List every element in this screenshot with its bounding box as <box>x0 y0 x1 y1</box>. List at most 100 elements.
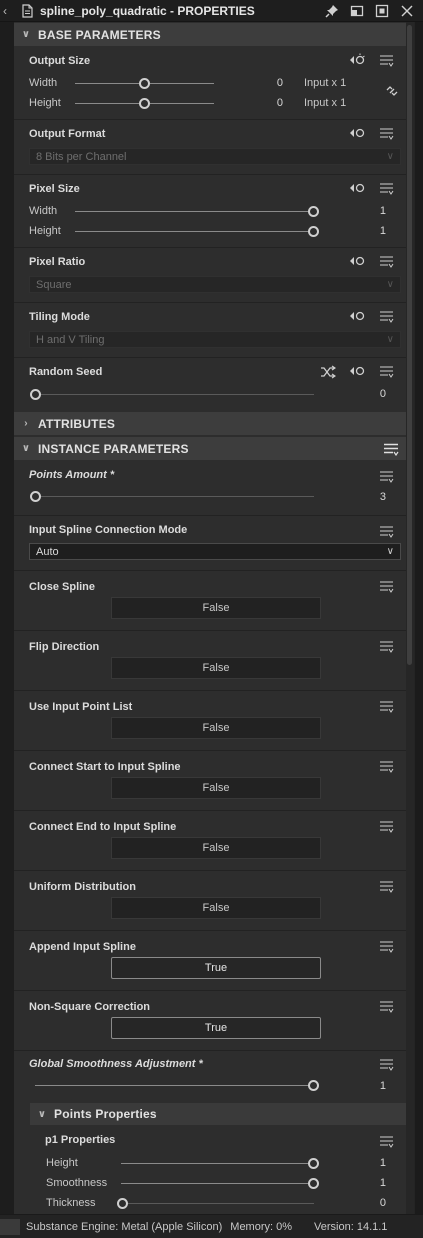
pixel-width-slider-knob[interactable] <box>308 206 319 217</box>
inheritance-icon[interactable] <box>348 309 366 323</box>
menu-icon[interactable] <box>380 1136 394 1148</box>
points-amount-group: Points Amount * 3 <box>14 461 406 516</box>
connect-end-toggle[interactable]: False <box>111 837 321 859</box>
global-smoothness-value[interactable]: 1 <box>372 1080 386 1092</box>
p1-thickness-slider-track[interactable] <box>121 1203 314 1204</box>
section-instance-parameters[interactable]: ∨ INSTANCE PARAMETERS <box>14 437 406 460</box>
properties-panel: ∨ BASE PARAMETERS Output Size Width 0 In… <box>14 22 406 1214</box>
pixel-height-slider-track[interactable] <box>75 231 314 232</box>
uniform-distribution-toggle[interactable]: False <box>111 897 321 919</box>
points-amount-value[interactable]: 3 <box>372 491 386 503</box>
pixel-height-value[interactable]: 1 <box>372 225 386 237</box>
menu-icon[interactable] <box>380 1059 394 1071</box>
chevron-down-icon: ∨ <box>37 1108 47 1120</box>
pixel-ratio-dropdown[interactable]: Square ∨ <box>29 276 401 293</box>
connect-end-group: Connect End to Input Spline False <box>14 811 406 871</box>
menu-icon[interactable] <box>380 941 394 953</box>
chevron-down-icon: ∨ <box>386 279 394 290</box>
section-attributes-label: ATTRIBUTES <box>38 416 116 431</box>
output-height-relative[interactable]: Input x 1 <box>304 97 346 109</box>
output-width-relative[interactable]: Input x 1 <box>304 77 346 89</box>
p1-thickness-value[interactable]: 0 <box>372 1197 386 1209</box>
random-seed-slider-track[interactable] <box>35 394 314 395</box>
menu-icon[interactable] <box>380 821 394 833</box>
p1-smoothness-value[interactable]: 1 <box>372 1177 386 1189</box>
menu-icon[interactable] <box>380 311 394 323</box>
inheritance-icon[interactable] <box>348 364 366 378</box>
menu-icon[interactable] <box>380 761 394 773</box>
pixel-height-slider-knob[interactable] <box>308 226 319 237</box>
pixel-width-slider-track[interactable] <box>75 211 314 212</box>
pixel-width-value[interactable]: 1 <box>372 205 386 217</box>
p1-height-value[interactable]: 1 <box>372 1157 386 1169</box>
pixel-ratio-label: Pixel Ratio <box>29 256 86 268</box>
close-icon[interactable] <box>398 3 415 19</box>
status-memory: Memory: 0% <box>230 1220 293 1233</box>
menu-icon[interactable] <box>380 881 394 893</box>
float-window-icon[interactable] <box>348 3 365 19</box>
left-gutter <box>0 22 14 1214</box>
p1-thickness-slider-knob[interactable] <box>117 1198 128 1209</box>
right-gutter <box>415 22 423 1214</box>
close-spline-group: Close Spline False <box>14 571 406 631</box>
menu-icon[interactable] <box>380 183 394 195</box>
non-square-correction-toggle[interactable]: True <box>111 1017 321 1039</box>
non-square-correction-group: Non-Square Correction True <box>14 991 406 1051</box>
tiling-mode-dropdown[interactable]: H and V Tiling ∨ <box>29 331 401 348</box>
flip-direction-toggle[interactable]: False <box>111 657 321 679</box>
section-attributes[interactable]: › ATTRIBUTES <box>14 412 406 435</box>
inheritance-icon[interactable] <box>348 53 366 67</box>
close-spline-toggle[interactable]: False <box>111 597 321 619</box>
p1-thickness-label: Thickness <box>46 1197 96 1209</box>
p1-height-slider-track[interactable] <box>121 1163 314 1164</box>
output-width-slider-knob[interactable] <box>139 78 150 89</box>
inheritance-icon[interactable] <box>348 126 366 140</box>
output-format-dropdown[interactable]: 8 Bits per Channel ∨ <box>29 148 401 165</box>
chevron-right-icon: › <box>24 418 28 429</box>
append-input-spline-group: Append Input Spline True <box>14 931 406 991</box>
uniform-distribution-label: Uniform Distribution <box>29 881 136 893</box>
section-points-properties[interactable]: ∨ Points Properties <box>30 1103 406 1125</box>
flip-direction-label: Flip Direction <box>29 641 100 653</box>
global-smoothness-slider-knob[interactable] <box>308 1080 319 1091</box>
menu-icon[interactable] <box>380 128 394 140</box>
scrollbar-thumb[interactable] <box>407 25 412 665</box>
output-width-value[interactable]: 0 <box>262 77 283 89</box>
menu-icon[interactable] <box>380 526 394 538</box>
p1-properties-label: p1 Properties <box>45 1134 116 1146</box>
p1-smoothness-slider-track[interactable] <box>121 1183 314 1184</box>
title-bar: ‹ spline_poly_quadratic - PROPERTIES <box>0 0 423 22</box>
connection-mode-dropdown[interactable]: Auto ∨ <box>29 543 401 560</box>
menu-icon[interactable] <box>384 443 400 456</box>
connect-start-toggle[interactable]: False <box>111 777 321 799</box>
global-smoothness-slider-track[interactable] <box>35 1085 314 1086</box>
menu-icon[interactable] <box>380 581 394 593</box>
menu-icon[interactable] <box>380 471 394 483</box>
random-seed-slider-knob[interactable] <box>30 389 41 400</box>
inheritance-icon[interactable] <box>348 181 366 195</box>
menu-icon[interactable] <box>380 366 394 378</box>
output-height-slider-knob[interactable] <box>139 98 150 109</box>
random-seed-value[interactable]: 0 <box>372 388 386 400</box>
menu-icon[interactable] <box>380 55 394 67</box>
menu-icon[interactable] <box>380 1001 394 1013</box>
pin-icon[interactable] <box>323 3 340 19</box>
chevron-left-icon[interactable]: ‹ <box>0 4 10 18</box>
link-icon[interactable] <box>385 84 399 98</box>
menu-icon[interactable] <box>380 701 394 713</box>
p1-smoothness-slider-knob[interactable] <box>308 1178 319 1189</box>
section-base-parameters[interactable]: ∨ BASE PARAMETERS <box>14 23 406 46</box>
shuffle-icon[interactable] <box>320 365 336 379</box>
use-input-point-list-toggle[interactable]: False <box>111 717 321 739</box>
output-height-value[interactable]: 0 <box>262 97 283 109</box>
menu-icon[interactable] <box>380 256 394 268</box>
menu-icon[interactable] <box>380 641 394 653</box>
points-amount-slider-track[interactable] <box>35 496 314 497</box>
points-amount-slider-knob[interactable] <box>30 491 41 502</box>
pixel-ratio-group: Pixel Ratio Square ∨ <box>14 248 406 303</box>
status-indicator <box>0 1218 20 1235</box>
inheritance-icon[interactable] <box>348 254 366 268</box>
append-input-spline-toggle[interactable]: True <box>111 957 321 979</box>
p1-height-slider-knob[interactable] <box>308 1158 319 1169</box>
maximize-icon[interactable] <box>373 3 390 19</box>
